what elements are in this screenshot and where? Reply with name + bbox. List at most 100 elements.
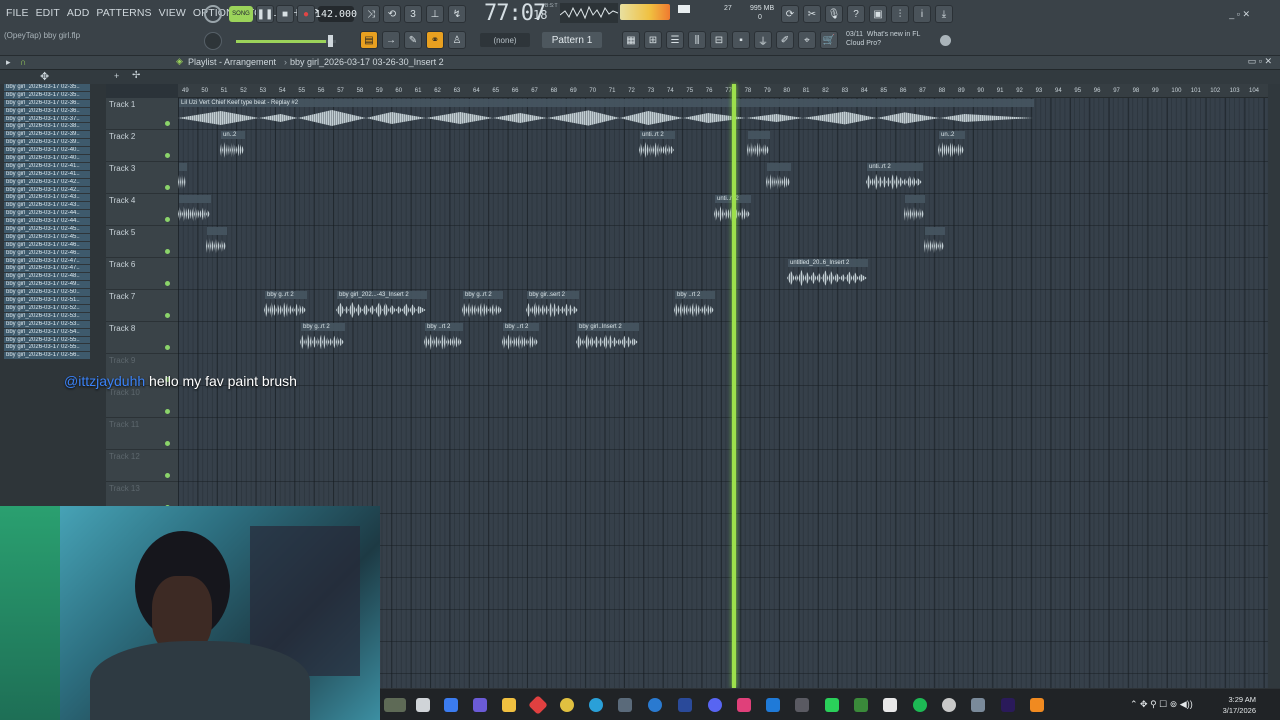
- copilot-icon[interactable]: [444, 698, 458, 712]
- plugin-icon[interactable]: ▪: [732, 31, 750, 49]
- browser-item[interactable]: bby girl_2026-03-17 02-36..: [4, 99, 90, 108]
- menu-item[interactable]: ADD: [67, 7, 89, 19]
- timeline-ruler[interactable]: 49 50 51 52 53 54 55 56 57 58 59 60 61 62 63 64 65 66 67 68…: [178, 84, 1268, 98]
- vertical-scrollbar[interactable]: [1268, 84, 1280, 688]
- track-header[interactable]: Track 10: [106, 386, 178, 418]
- browser-item[interactable]: bby girl_2026-03-17 02-37..: [4, 115, 90, 124]
- track-header[interactable]: Track 3: [106, 162, 178, 194]
- record-icon[interactable]: ●: [297, 5, 315, 23]
- browser-icon[interactable]: ⊟: [710, 31, 728, 49]
- track-mute-led[interactable]: [165, 249, 170, 254]
- spotify-icon[interactable]: [913, 698, 927, 712]
- menu-item[interactable]: PATTERNS: [96, 7, 151, 19]
- track-mute-led[interactable]: [165, 153, 170, 158]
- track-mute-led[interactable]: [165, 217, 170, 222]
- store-icon[interactable]: [618, 698, 632, 712]
- track-mute-led[interactable]: [165, 345, 170, 350]
- playlist-window-controls[interactable]: ▭ ▫ ✕: [1248, 56, 1272, 67]
- cut-icon[interactable]: ✂: [803, 5, 821, 23]
- menu-item[interactable]: FILE: [6, 7, 29, 19]
- browser-item[interactable]: bby girl_2026-03-17 02-45..: [4, 233, 90, 242]
- audio-clip[interactable]: unti..rt 2: [639, 131, 675, 161]
- track-header[interactable]: Track 5: [106, 226, 178, 258]
- audio-clip[interactable]: bby ..rt 2: [502, 323, 539, 353]
- browser-item[interactable]: bby girl_2026-03-17 02-44..: [4, 210, 90, 219]
- track-mute-led[interactable]: [165, 441, 170, 446]
- playlist-icon[interactable]: ▦: [622, 31, 640, 49]
- premiere-icon[interactable]: [1001, 698, 1015, 712]
- audio-clip[interactable]: bby g..rt 2: [300, 323, 345, 353]
- funnel-icon[interactable]: ⌖: [798, 31, 816, 49]
- settings-icon[interactable]: [971, 698, 985, 712]
- undo-icon[interactable]: ⟳: [781, 5, 799, 23]
- folder-icon[interactable]: [502, 698, 516, 712]
- pause-icon[interactable]: ❚❚: [256, 5, 274, 23]
- browser-item[interactable]: bby girl_2026-03-17 02-46..: [4, 241, 90, 250]
- audio-clip[interactable]: [766, 163, 791, 193]
- brush-icon[interactable]: ✐: [776, 31, 794, 49]
- app-diamond-icon[interactable]: [528, 695, 548, 715]
- piano-roll-icon[interactable]: ☰: [666, 31, 684, 49]
- track-header[interactable]: Track 7: [106, 290, 178, 322]
- browser-item[interactable]: bby girl_2026-03-17 02-48..: [4, 273, 90, 282]
- link-icon[interactable]: ⚭: [426, 31, 444, 49]
- browser-item[interactable]: bby girl_2026-03-17 02-42..: [4, 178, 90, 187]
- browser-item[interactable]: bby girl_2026-03-17 02-38..: [4, 123, 90, 132]
- audio-clip[interactable]: untitled_20..6_Insert 2: [787, 259, 868, 289]
- pattern-selector[interactable]: Pattern 1: [542, 32, 602, 48]
- browser-item[interactable]: bby girl_2026-03-17 02-49..: [4, 281, 90, 290]
- playlist-menu-icon[interactable]: ▸: [6, 57, 11, 68]
- browser-item[interactable]: bby girl_2026-03-17 02-43..: [4, 202, 90, 211]
- mixer-icon[interactable]: ⫶: [891, 5, 909, 23]
- typing-keyboard-icon[interactable]: ⊥: [426, 5, 444, 23]
- audio-clip[interactable]: [206, 227, 227, 257]
- browser-item[interactable]: bby girl_2026-03-17 02-47..: [4, 257, 90, 266]
- weather-icon[interactable]: [384, 698, 406, 712]
- browser-item[interactable]: bby girl_2026-03-17 02-52..: [4, 304, 90, 313]
- step-edit-icon[interactable]: 3: [404, 5, 422, 23]
- browser-item[interactable]: bby girl_2026-03-17 02-43..: [4, 194, 90, 203]
- audio-clip[interactable]: bby g..rt 2: [264, 291, 307, 321]
- obs-icon[interactable]: [942, 698, 956, 712]
- taskbar-clock[interactable]: 3:29 AM 3/17/2026: [1223, 694, 1256, 716]
- network-icon[interactable]: [648, 698, 662, 712]
- browser-item[interactable]: bby girl_2026-03-17 02-51..: [4, 297, 90, 305]
- track-header[interactable]: Track 8: [106, 322, 178, 354]
- browser-item[interactable]: bby girl_2026-03-17 02-46..: [4, 249, 90, 258]
- microphone-icon[interactable]: 🎙: [825, 5, 843, 23]
- snap-icon[interactable]: ▤: [360, 31, 378, 49]
- track-header[interactable]: Track 4: [106, 194, 178, 226]
- playlist-play-icon[interactable]: ◈: [176, 56, 183, 67]
- download-icon[interactable]: ⤓: [935, 5, 953, 23]
- audio-clip[interactable]: bby ..rt 2: [424, 323, 463, 353]
- browser-item[interactable]: bby girl_2026-03-17 02-35..: [4, 91, 90, 100]
- browser-item[interactable]: bby girl_2026-03-17 02-42..: [4, 186, 90, 195]
- audio-clip[interactable]: [178, 195, 211, 225]
- track-header[interactable]: Track 1: [106, 98, 178, 130]
- help-icon[interactable]: ?: [847, 5, 865, 23]
- audio-clip[interactable]: bby girl_202...-43_Insert 2: [336, 291, 427, 321]
- cart-icon[interactable]: 🛒: [820, 31, 838, 49]
- browser-item[interactable]: bby girl_2026-03-17 02-53..: [4, 312, 90, 321]
- photos-icon[interactable]: [766, 698, 780, 712]
- master-pitch-knob[interactable]: [204, 32, 222, 50]
- audio-clip[interactable]: unti..rt 2: [866, 163, 923, 193]
- news-globe-icon[interactable]: [940, 35, 951, 46]
- browser-item[interactable]: bby girl_2026-03-17 02-40..: [4, 155, 90, 163]
- channel-rack-icon[interactable]: ⊞: [644, 31, 662, 49]
- audio-clip[interactable]: un..2: [938, 131, 965, 161]
- track-mute-led[interactable]: [165, 121, 170, 126]
- browser-item[interactable]: bby girl_2026-03-17 02-40..: [4, 147, 90, 156]
- window-controls[interactable]: _ ▫ ✕: [1229, 9, 1250, 20]
- audio-clip[interactable]: Lil Uzi Vert Chief Keef type beat - Repl…: [178, 99, 1034, 129]
- audio-clip[interactable]: bby g..rt 2: [462, 291, 503, 321]
- snap-select[interactable]: (none): [480, 33, 530, 47]
- track-mute-led[interactable]: [165, 281, 170, 286]
- scroll-arrows-icon[interactable]: ✥: [40, 70, 49, 83]
- notepad-icon[interactable]: [883, 698, 897, 712]
- teams-icon[interactable]: [473, 698, 487, 712]
- audio-clip[interactable]: [178, 163, 187, 193]
- track-mute-led[interactable]: [165, 185, 170, 190]
- master-volume-handle[interactable]: [328, 35, 333, 47]
- audio-clip[interactable]: [924, 227, 945, 257]
